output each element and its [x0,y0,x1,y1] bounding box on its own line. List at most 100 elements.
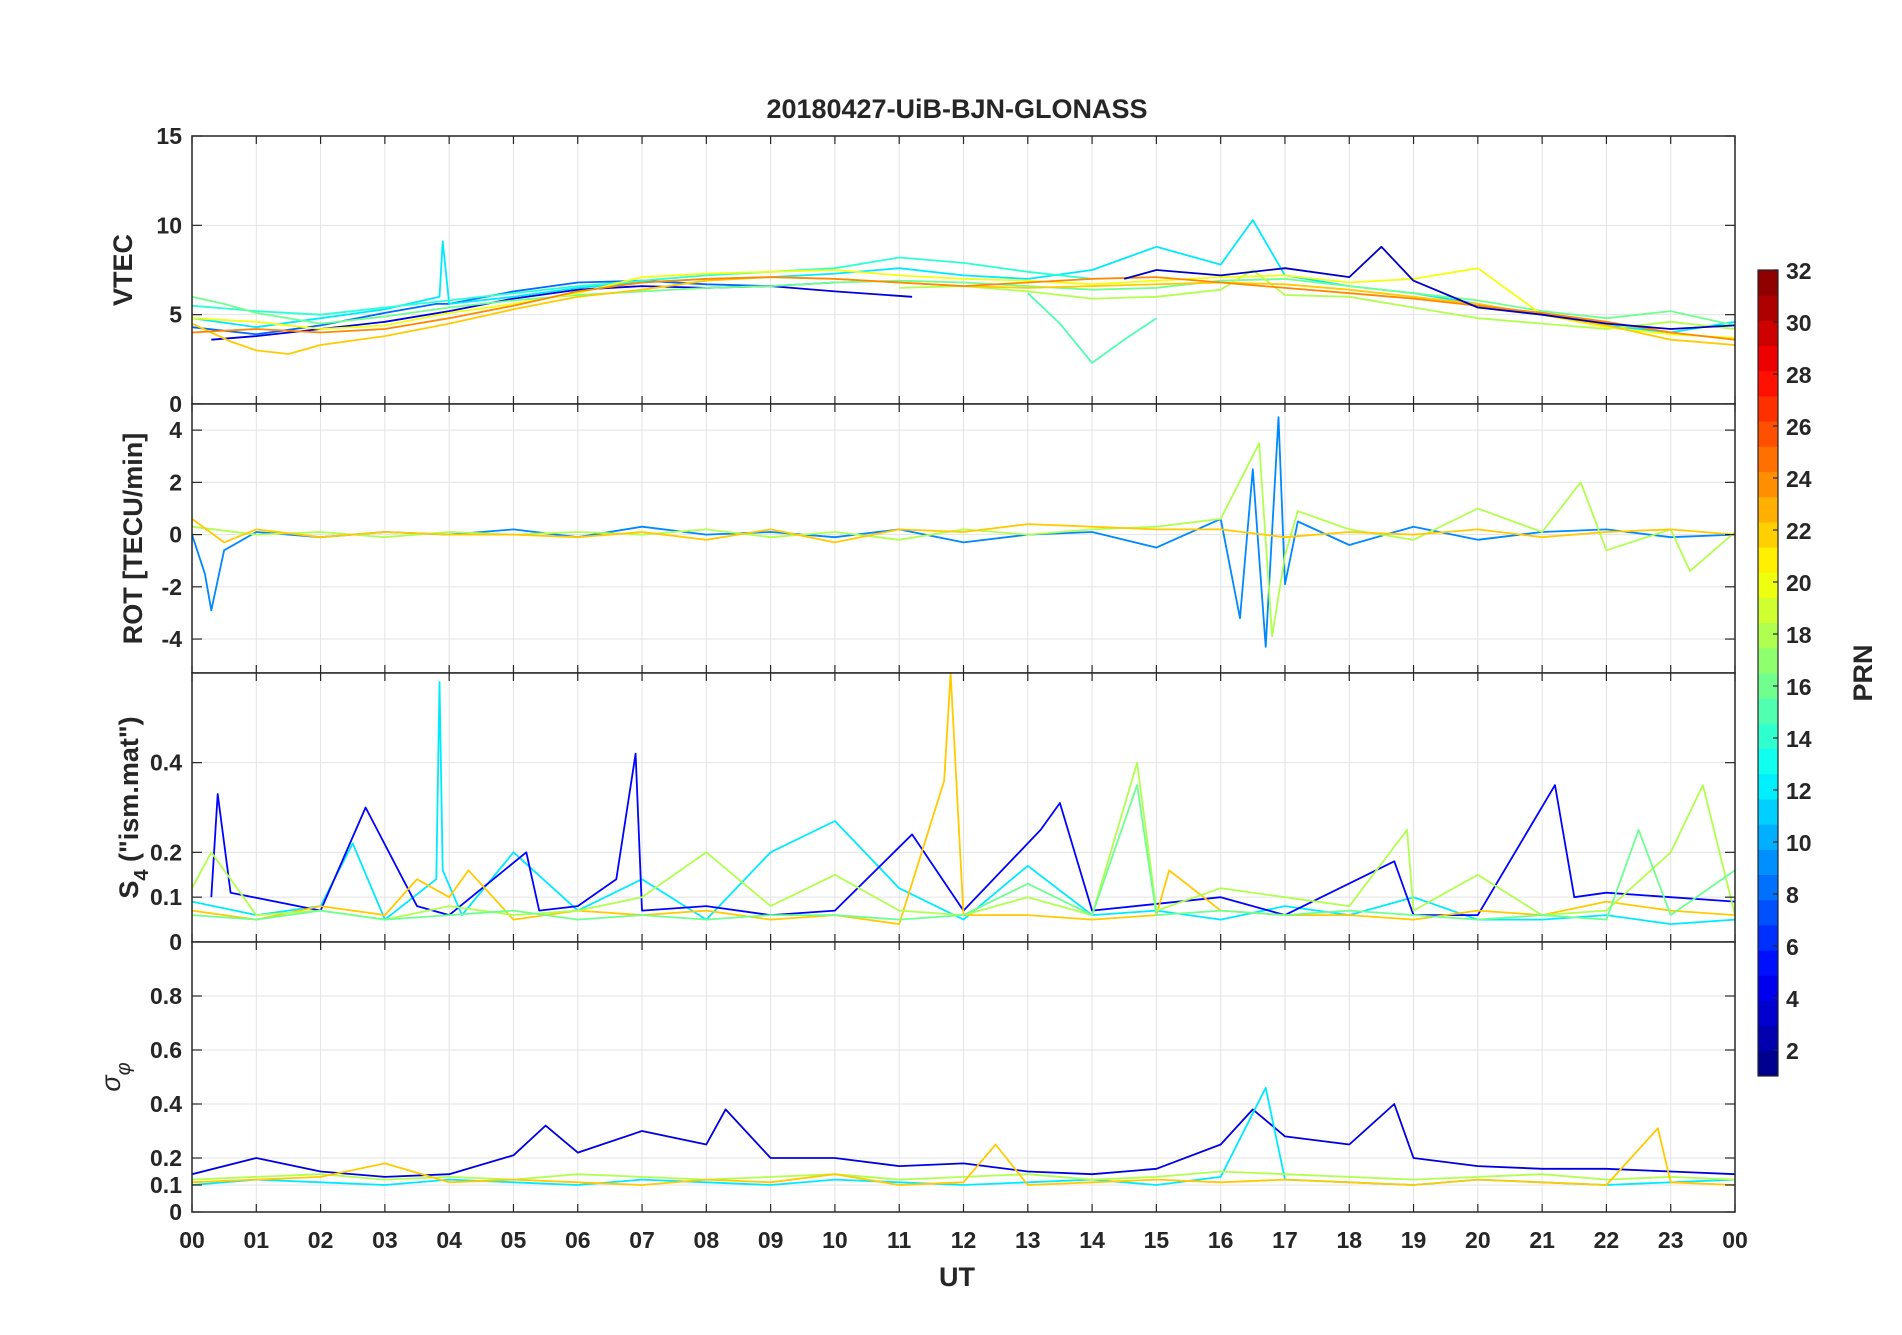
y-tick-label: 5 [169,302,182,328]
panel-vtec: 0 5 10 15 VTEC [108,123,1736,417]
colorbar-swatch [1758,295,1778,321]
colorbar-swatch [1758,647,1778,674]
x-tick-label: 08 [694,1227,720,1253]
y-tick-label: 2 [169,469,182,495]
x-tick-label: 23 [1658,1227,1684,1253]
colorbar-swatch [1758,798,1778,825]
x-tick-label: 10 [822,1227,848,1253]
y-tick-label: 0.4 [150,750,182,776]
x-tick-label: 13 [1015,1227,1041,1253]
colorbar-swatch [1758,1025,1778,1052]
x-tick-label: 18 [1336,1227,1362,1253]
x-tick-label: 00 [179,1227,205,1253]
y-tick-label: 4 [169,417,182,443]
colorbar-swatch [1758,597,1778,624]
y-tick-label: 0 [169,522,182,548]
colorbar-tick-label: 16 [1786,674,1812,700]
x-tick-label: 12 [951,1227,977,1253]
y-tick-label: 0.8 [150,983,182,1009]
panel-sigma: 00.10.2 0.4 0.6 0.8 σφ [96,941,1736,1225]
x-tick-label: 20 [1465,1227,1491,1253]
colorbar-swatch [1758,1000,1778,1027]
y-tick-label: -2 [162,574,182,600]
x-tick-label: 15 [1144,1227,1170,1253]
colorbar-swatch [1758,270,1778,296]
x-tick-label: 05 [501,1227,527,1253]
y-axis-label-s4: S4 ("ism.mat") [114,716,153,898]
colorbar-tick-label: 2 [1786,1038,1799,1064]
colorbar-swatch [1758,622,1778,649]
panel-s4: 0 0.1 0.2 0.4S4 ("ism.mat") [114,672,1736,955]
x-tick-label: 01 [243,1227,269,1253]
y-tick-label: 0.6 [150,1037,182,1063]
colorbar-tick-label: 32 [1786,258,1812,284]
x-tick-label: 14 [1079,1227,1105,1253]
y-tick-label: 0 [169,1199,182,1225]
y-tick-label: 0.2 [150,839,182,865]
x-tick-label: 17 [1272,1227,1298,1253]
colorbar-swatch [1758,773,1778,800]
colorbar-swatch [1758,924,1778,951]
colorbar-tick-label: 18 [1786,622,1812,648]
colorbar-tick-label: 28 [1786,362,1812,388]
colorbar-tick-label: 14 [1786,726,1812,752]
colorbar-swatch [1758,421,1778,447]
colorbar: 2468101214161820222426283032PRN [1757,258,1878,1077]
x-tick-label: 06 [565,1227,591,1253]
colorbar-tick-label: 24 [1786,466,1812,492]
y-tick-label: 0.1 [150,884,182,910]
colorbar-swatch [1758,345,1778,372]
colorbar-swatch [1758,496,1778,523]
colorbar-tick-label: 26 [1786,414,1812,440]
panels: 051015VTEC-4-2024ROT [TECU/min]00.10.20.… [96,123,1748,1253]
colorbar-swatch [1758,723,1778,750]
y-tick-label: 15 [156,123,182,149]
panel-rot: -4 -2 0 2 4 ROT [TECU/min] [118,403,1736,674]
x-tick-label: 21 [1529,1227,1555,1253]
chart-title: 20180427-UiB-BJN-GLONASS [766,94,1147,124]
chart-svg: 20180427-UiB-BJN-GLONASS 051015VTEC-4-20… [96,94,1878,1292]
y-tick-label: 0.2 [150,1145,182,1171]
figure: 20180427-UiB-BJN-GLONASS 0 5 10 15 VTEC -4 -2 0… [0,0,1902,1330]
x-tick-label: 04 [436,1227,462,1253]
x-tick-label: 11 [887,1227,912,1253]
colorbar-swatch [1758,698,1778,724]
colorbar-swatch [1758,395,1778,422]
colorbar-swatch [1758,824,1778,850]
colorbar-swatch [1758,471,1778,498]
colorbar-tick-label: 30 [1786,310,1812,336]
x-tick-label: 22 [1594,1227,1620,1253]
colorbar-swatch [1758,1050,1778,1077]
colorbar-tick-label: 8 [1786,882,1799,908]
x-tick-label: 00 [1722,1227,1748,1253]
x-tick-label: 09 [758,1227,784,1253]
colorbar-swatch [1758,748,1778,775]
colorbar-swatch [1758,521,1778,548]
colorbar-tick-label: 6 [1786,934,1799,960]
x-tick-label: 19 [1401,1227,1427,1253]
colorbar-swatch [1758,874,1778,901]
colorbar-tick-label: 20 [1786,570,1812,596]
x-tick-label: 03 [372,1227,398,1253]
colorbar-tick-label: 4 [1786,986,1799,1012]
colorbar-swatch [1758,975,1778,1001]
x-tick-label: 02 [308,1227,334,1253]
colorbar-tick-label: 22 [1786,518,1812,544]
x-tick-label: 07 [629,1227,655,1253]
colorbar-label: PRN [1848,644,1878,701]
y-axis-label-vtec: VTEC [108,234,138,306]
colorbar-swatch [1758,547,1778,573]
colorbar-swatch [1758,370,1778,397]
y-tick-label: 0 [169,391,182,417]
colorbar-swatch [1758,320,1778,347]
y-tick-label: -4 [162,626,183,652]
x-tick-label: 16 [1208,1227,1234,1253]
y-tick-label: 0 [169,929,182,955]
y-axis-label-rot: ROT [TECU/min] [118,433,148,644]
colorbar-tick-label: 10 [1786,830,1812,856]
colorbar-swatch [1758,572,1778,598]
colorbar-swatch [1758,899,1778,926]
y-axis-label-sigma: σφ [96,1062,135,1091]
y-tick-label: 10 [156,212,182,238]
colorbar-swatch [1758,849,1778,875]
